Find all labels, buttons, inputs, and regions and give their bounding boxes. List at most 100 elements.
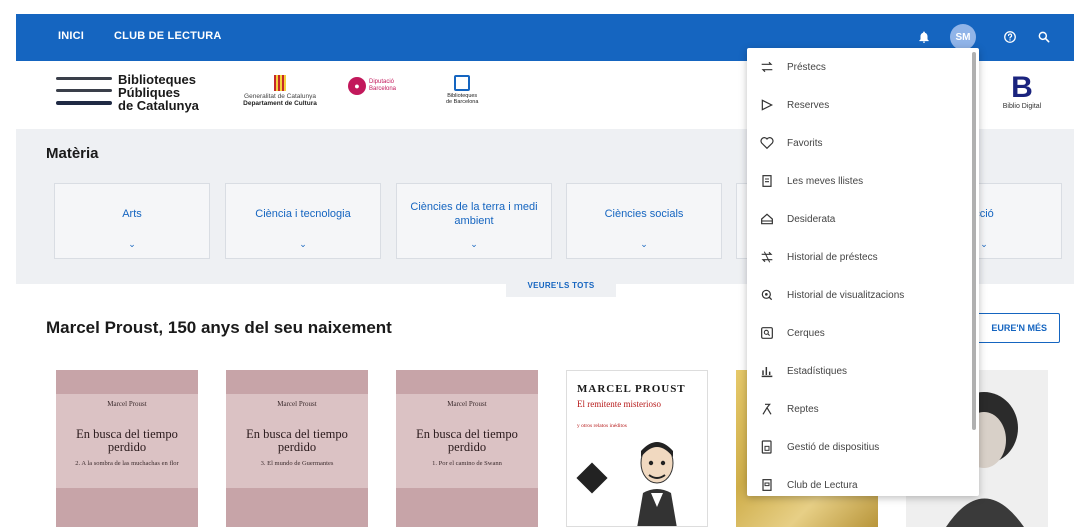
bpc-line-3: de Catalunya: [118, 97, 199, 113]
chevron-down-icon: ⌄: [128, 239, 136, 249]
notifications-bell-icon[interactable]: [912, 25, 936, 49]
category-card-arts[interactable]: Arts ⌄: [54, 183, 210, 259]
book-author: Marcel Proust: [107, 400, 147, 408]
devices-icon: [747, 439, 787, 455]
menu-item-historial-visualitzacions[interactable]: Historial de visualitzacions: [747, 276, 969, 314]
menu-item-label: Desiderata: [787, 213, 836, 225]
heart-icon: [747, 135, 787, 151]
bpc-lines-mark: [56, 71, 114, 113]
menu-item-label: Estadístiques: [787, 365, 848, 377]
menu-item-label: Reptes: [787, 403, 819, 415]
diba-text: Diputació Barcelona: [369, 79, 396, 93]
menu-item-label: Club de Lectura: [787, 479, 858, 491]
user-menu-dropdown: Préstecs Reserves Favorits Les meves lli…: [747, 48, 979, 496]
swap-icon: [747, 59, 787, 75]
bpc-logo-text: Biblioteques Públiques de Catalunya: [118, 73, 199, 112]
chevron-down-icon: ⌄: [299, 239, 307, 249]
category-label: Arts: [122, 208, 142, 220]
menu-item-gestio-dispositius[interactable]: Gestió de dispositius: [747, 428, 969, 466]
book-title: En busca del tiempo perdido: [76, 427, 178, 454]
bpc-line-2: Públiques: [118, 84, 181, 100]
menu-item-reptes[interactable]: Reptes: [747, 390, 969, 428]
book-author: Marcel Proust: [447, 400, 487, 408]
menu-item-les-meves-llistes[interactable]: Les meves llistes: [747, 162, 969, 200]
menu-item-club-de-lectura[interactable]: Club de Lectura: [747, 466, 969, 496]
bookmark-arrow-icon: [747, 97, 787, 113]
menu-item-favorits[interactable]: Favorits: [747, 124, 969, 162]
book-cover[interactable]: Marcel Proust En busca del tiempo perdid…: [56, 370, 198, 527]
publisher-diamond-mark: [576, 462, 608, 494]
book-cover[interactable]: MARCEL PROUST El remitente misterioso y …: [566, 370, 708, 527]
diba-line-1: Diputació: [369, 79, 395, 85]
book-author: MARCEL PROUST: [577, 383, 686, 395]
book-title: En busca del tiempo perdido: [246, 427, 348, 454]
gencat-line-1: Generalitat de Catalunya: [244, 93, 316, 100]
biblioteques-publiques-logo[interactable]: Biblioteques Públiques de Catalunya: [56, 71, 199, 113]
category-label: Ciències de la terra i medi ambient: [410, 201, 538, 227]
menu-item-label: Historial de visualitzacions: [787, 289, 905, 301]
nav-inici-link[interactable]: INICI: [58, 30, 84, 42]
book-cover[interactable]: Marcel Proust En busca del tiempo perdid…: [226, 370, 368, 527]
menu-item-label: Cerques: [787, 327, 825, 339]
category-card-ciencia-tecnologia[interactable]: Ciència i tecnologia ⌄: [225, 183, 381, 259]
bcn-text: Biblioteques de Barcelona: [446, 93, 478, 105]
book-title: El remitente misterioso: [577, 399, 661, 409]
bar-chart-icon: [747, 363, 787, 379]
menu-item-historial-prestecs[interactable]: Historial de préstecs: [747, 238, 969, 276]
menu-item-label: Historial de préstecs: [787, 251, 878, 263]
category-label: Ciències socials: [604, 208, 684, 220]
help-icon[interactable]: [998, 25, 1022, 49]
section-title: Marcel Proust, 150 anys del seu naixemen…: [46, 318, 392, 337]
home-icon: [747, 211, 787, 227]
menu-item-desiderata[interactable]: Desiderata: [747, 200, 969, 238]
view-history-icon: [747, 287, 787, 303]
proust-caricature-illustration: [637, 442, 677, 526]
generalitat-logo[interactable]: Generalitat de Catalunya Departament de …: [224, 75, 336, 107]
chevron-down-icon: ⌄: [640, 239, 648, 249]
menu-item-prestecs[interactable]: Préstecs: [747, 48, 969, 86]
biblio-digital-mark: B: [1011, 71, 1033, 104]
dropdown-scrollbar[interactable]: [972, 52, 976, 430]
list-icon: [747, 173, 787, 189]
menu-item-label: Les meves llistes: [787, 175, 864, 187]
page: INICI CLUB DE LECTURA SM Biblioteques Pú…: [0, 0, 1076, 527]
history-swap-icon: [747, 249, 787, 265]
search-icon[interactable]: [1032, 25, 1056, 49]
biblioteques-barcelona-logo[interactable]: Biblioteques de Barcelona: [446, 75, 478, 105]
book-title: En busca del tiempo perdido: [416, 427, 518, 454]
bpc-line-1: Biblioteques: [118, 71, 197, 87]
book-subtitle: 1. Por el camino de Swann: [432, 460, 502, 467]
menu-item-label: Gestió de dispositius: [787, 441, 880, 453]
biblio-digital-text: Biblio Digital: [1002, 103, 1042, 110]
menu-item-reserves[interactable]: Reserves: [747, 86, 969, 124]
bcn-line-2: de Barcelona: [446, 99, 479, 105]
category-card-ciencies-socials[interactable]: Ciències socials ⌄: [566, 183, 722, 259]
nav-club-de-lectura-link[interactable]: CLUB DE LECTURA: [114, 30, 222, 42]
category-label: Ciència i tecnologia: [255, 208, 351, 220]
user-avatar[interactable]: SM: [950, 24, 976, 50]
diba-mark: ●: [348, 77, 366, 95]
gencat-line-2: Departament de Cultura: [243, 100, 317, 107]
senyera-mark: [274, 75, 286, 91]
book-author: Marcel Proust: [277, 400, 317, 408]
diba-line-2: Barcelona: [369, 86, 397, 92]
menu-item-estadistiques[interactable]: Estadístiques: [747, 352, 969, 390]
category-card-ciencies-terra[interactable]: Ciències de la terra i medi ambient ⌄: [396, 183, 552, 259]
book-cover[interactable]: Marcel Proust En busca del tiempo perdid…: [396, 370, 538, 527]
book-subtitle: y otros relatos inéditos: [577, 423, 627, 429]
chevron-down-icon: ⌄: [470, 239, 478, 249]
biblio-digital-logo[interactable]: B Biblio Digital: [992, 71, 1052, 111]
challenge-icon: [747, 401, 787, 417]
materia-title: Matèria: [46, 145, 99, 162]
see-all-categories-button[interactable]: VEURE'LS TOTS: [506, 279, 616, 297]
menu-item-label: Favorits: [787, 137, 823, 149]
menu-item-label: Reserves: [787, 99, 830, 111]
book-subtitle: 2. A la sombra de las muchachas en flor: [75, 460, 179, 467]
menu-item-cerques[interactable]: Cerques: [747, 314, 969, 352]
bcn-mark: [454, 75, 471, 91]
diputacio-barcelona-logo[interactable]: ● Diputació Barcelona: [348, 77, 396, 95]
book-club-icon: [747, 477, 787, 493]
menu-item-label: Préstecs: [787, 61, 826, 73]
book-subtitle: 3. El mundo de Guermantes: [260, 460, 334, 467]
search-box-icon: [747, 325, 787, 341]
